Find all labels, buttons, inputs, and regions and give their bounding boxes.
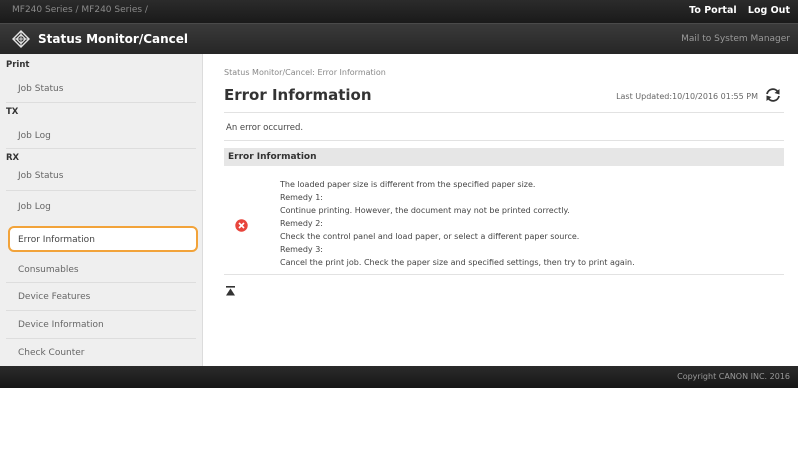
title-bar: Status Monitor/Cancel Mail to System Man…	[0, 23, 798, 54]
divider	[6, 282, 196, 283]
error-detail-line: Remedy 2:	[280, 219, 323, 228]
sidebar-item-print-job-status[interactable]: Job Status	[18, 84, 63, 94]
sidebar-item-error-information[interactable]: Error Information	[8, 226, 198, 252]
error-information-section-header: Error Information	[224, 148, 784, 166]
sidebar: Print Job Status TX Job Log RX Job Statu…	[0, 54, 203, 366]
sidebar-item-rx-job-status[interactable]: Job Status	[18, 171, 63, 181]
error-detail-line: Remedy 1:	[280, 193, 323, 202]
error-detail-line: Check the control panel and load paper, …	[280, 232, 580, 241]
top-bar: MF240 Series / MF240 Series / To Portal …	[0, 0, 798, 23]
divider	[6, 310, 196, 311]
error-detail-line: The loaded paper size is different from …	[280, 180, 536, 189]
footer: Copyright CANON INC. 2016	[0, 366, 798, 388]
divider	[224, 140, 784, 141]
divider	[6, 190, 196, 191]
app-title: Status Monitor/Cancel	[38, 32, 189, 46]
diamond-logo-icon	[12, 30, 30, 48]
main-content: Status Monitor/Cancel: Error Information…	[204, 54, 798, 366]
sidebar-item-rx-job-log[interactable]: Job Log	[18, 202, 51, 212]
error-detail-line: Remedy 3:	[280, 245, 323, 254]
sidebar-item-device-information[interactable]: Device Information	[18, 320, 104, 330]
to-portal-link[interactable]: To Portal	[689, 5, 736, 16]
sidebar-heading-print: Print	[6, 60, 30, 70]
last-updated-text: Last Updated:10/10/2016 01:55 PM	[616, 92, 758, 101]
page-title: Error Information	[224, 86, 372, 104]
sidebar-item-consumables[interactable]: Consumables	[18, 265, 79, 275]
sidebar-heading-rx: RX	[6, 153, 20, 163]
log-out-link[interactable]: Log Out	[748, 5, 790, 16]
error-detail-line: Cancel the print job. Check the paper si…	[280, 258, 635, 267]
error-x-icon	[235, 219, 248, 232]
divider	[6, 338, 196, 339]
sidebar-heading-tx: TX	[6, 107, 19, 117]
divider	[6, 148, 196, 149]
sidebar-item-check-counter[interactable]: Check Counter	[18, 348, 85, 358]
mail-to-system-manager-link[interactable]: Mail to System Manager	[681, 34, 790, 44]
divider	[224, 274, 784, 275]
divider	[224, 112, 784, 113]
refresh-icon[interactable]	[764, 86, 782, 104]
breadcrumb: Status Monitor/Cancel: Error Information	[224, 68, 386, 77]
sidebar-item-device-features[interactable]: Device Features	[18, 292, 90, 302]
divider	[6, 102, 196, 103]
error-message: An error occurred.	[226, 123, 304, 133]
copyright-text: Copyright CANON INC. 2016	[677, 372, 790, 381]
device-name: MF240 Series / MF240 Series /	[12, 5, 148, 15]
page-top-icon[interactable]	[226, 286, 235, 296]
error-detail-line: Continue printing. However, the document…	[280, 206, 570, 215]
sidebar-item-tx-job-log[interactable]: Job Log	[18, 131, 51, 141]
top-links: To Portal Log Out	[681, 5, 790, 16]
